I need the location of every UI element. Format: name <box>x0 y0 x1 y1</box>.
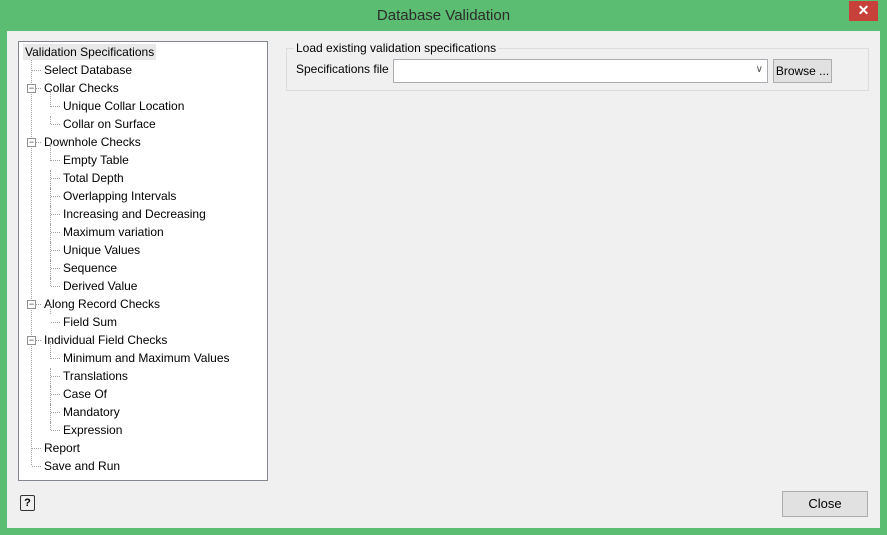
specifications-file-combo[interactable]: ∨ <box>393 59 768 83</box>
tree-line <box>31 60 32 465</box>
tree-line <box>51 214 60 215</box>
collapse-icon[interactable]: − <box>27 336 36 345</box>
chevron-down-icon[interactable]: ∨ <box>756 64 763 75</box>
tree-item-validation-specifications[interactable]: Validation Specifications <box>23 44 157 60</box>
tree-line <box>51 250 60 251</box>
tree-item-total-depth[interactable]: Total Depth <box>61 170 126 186</box>
tree-item-expression[interactable]: Expression <box>61 422 124 438</box>
dialog-window: Database Validation ✕ Validation Specifi… <box>0 0 887 535</box>
tree-item-translations[interactable]: Translations <box>61 368 130 384</box>
collapse-icon[interactable]: − <box>27 84 36 93</box>
tree-line <box>50 386 51 404</box>
tree-line <box>51 430 60 431</box>
window-title: Database Validation <box>376 7 511 24</box>
tree-line <box>32 70 41 71</box>
tree-line <box>50 278 51 286</box>
tree-line <box>50 242 51 260</box>
collapse-icon[interactable]: − <box>27 300 36 309</box>
tree-item-mandatory[interactable]: Mandatory <box>61 404 122 420</box>
tree-line <box>51 394 60 395</box>
tree-line <box>50 89 51 107</box>
validation-tree[interactable]: Validation Specifications Select Database… <box>18 41 268 481</box>
tree-item-minimum-and-maximum-values[interactable]: Minimum and Maximum Values <box>61 350 232 366</box>
tree-line <box>50 341 51 359</box>
tree-item-derived-value[interactable]: Derived Value <box>61 278 139 294</box>
tree-item-along-record-checks[interactable]: Along Record Checks <box>42 296 162 312</box>
tree-line <box>51 376 60 377</box>
tree-line <box>50 422 51 430</box>
tree-item-maximum-variation[interactable]: Maximum variation <box>61 224 166 240</box>
tree-item-overlapping-intervals[interactable]: Overlapping Intervals <box>61 188 178 204</box>
tree-line <box>51 160 60 161</box>
specifications-file-label: Specifications file <box>296 62 389 76</box>
tree-item-select-database[interactable]: Select Database <box>42 62 134 78</box>
tree-item-increasing-and-decreasing[interactable]: Increasing and Decreasing <box>61 206 208 222</box>
tree-line <box>51 124 60 125</box>
tree-line <box>51 358 60 359</box>
window-close-button[interactable]: ✕ <box>849 1 878 21</box>
tree-item-downhole-checks[interactable]: Downhole Checks <box>42 134 143 150</box>
tree-line <box>51 268 60 269</box>
tree-line <box>51 412 60 413</box>
tree-item-sequence[interactable]: Sequence <box>61 260 119 276</box>
tree-line <box>32 448 41 449</box>
tree-line <box>51 106 60 107</box>
tree-line <box>51 286 60 287</box>
tree-line <box>50 188 51 206</box>
tree-item-empty-table[interactable]: Empty Table <box>61 152 131 168</box>
tree-item-unique-values[interactable]: Unique Values <box>61 242 142 258</box>
collapse-icon[interactable]: − <box>27 138 36 147</box>
tree-line <box>50 224 51 242</box>
tree-line <box>51 178 60 179</box>
tree-item-individual-field-checks[interactable]: Individual Field Checks <box>42 332 169 348</box>
tree-item-collar-checks[interactable]: Collar Checks <box>42 80 121 96</box>
tree-line <box>50 170 51 188</box>
tree-line <box>51 232 60 233</box>
tree-item-case-of[interactable]: Case Of <box>61 386 109 402</box>
close-button[interactable]: Close <box>782 491 868 517</box>
tree-line <box>50 206 51 224</box>
tree-line <box>50 305 51 314</box>
tree-line <box>50 143 51 161</box>
tree-item-collar-on-surface[interactable]: Collar on Surface <box>61 116 158 132</box>
tree-line <box>50 368 51 386</box>
dialog-client: Validation Specifications Select Database… <box>7 31 880 528</box>
browse-button[interactable]: Browse ... <box>773 59 832 83</box>
tree-line <box>51 322 60 323</box>
tree-item-field-sum[interactable]: Field Sum <box>61 314 119 330</box>
tree-line <box>50 260 51 278</box>
tree-item-save-and-run[interactable]: Save and Run <box>42 458 122 474</box>
load-spec-group-label: Load existing validation specifications <box>294 41 499 55</box>
tree-line <box>50 404 51 422</box>
tree-line <box>32 466 41 467</box>
tree-item-unique-collar-location[interactable]: Unique Collar Location <box>61 98 186 114</box>
tree-line <box>50 116 51 124</box>
tree-item-report[interactable]: Report <box>42 440 82 456</box>
tree-line <box>51 196 60 197</box>
help-icon[interactable]: ? <box>20 495 35 511</box>
